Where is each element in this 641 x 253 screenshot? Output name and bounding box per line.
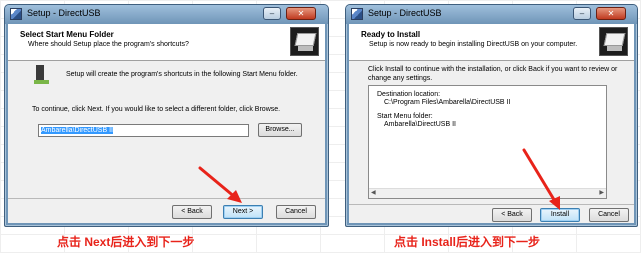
annotation-arrows <box>198 148 560 210</box>
arrow-to-next-icon <box>198 166 242 203</box>
arrow-to-install-icon <box>522 148 560 210</box>
caption-left: 点击 Next后进入到下一步 <box>57 235 195 249</box>
caption-right: 点击 Install后进入到下一步 <box>394 235 541 249</box>
